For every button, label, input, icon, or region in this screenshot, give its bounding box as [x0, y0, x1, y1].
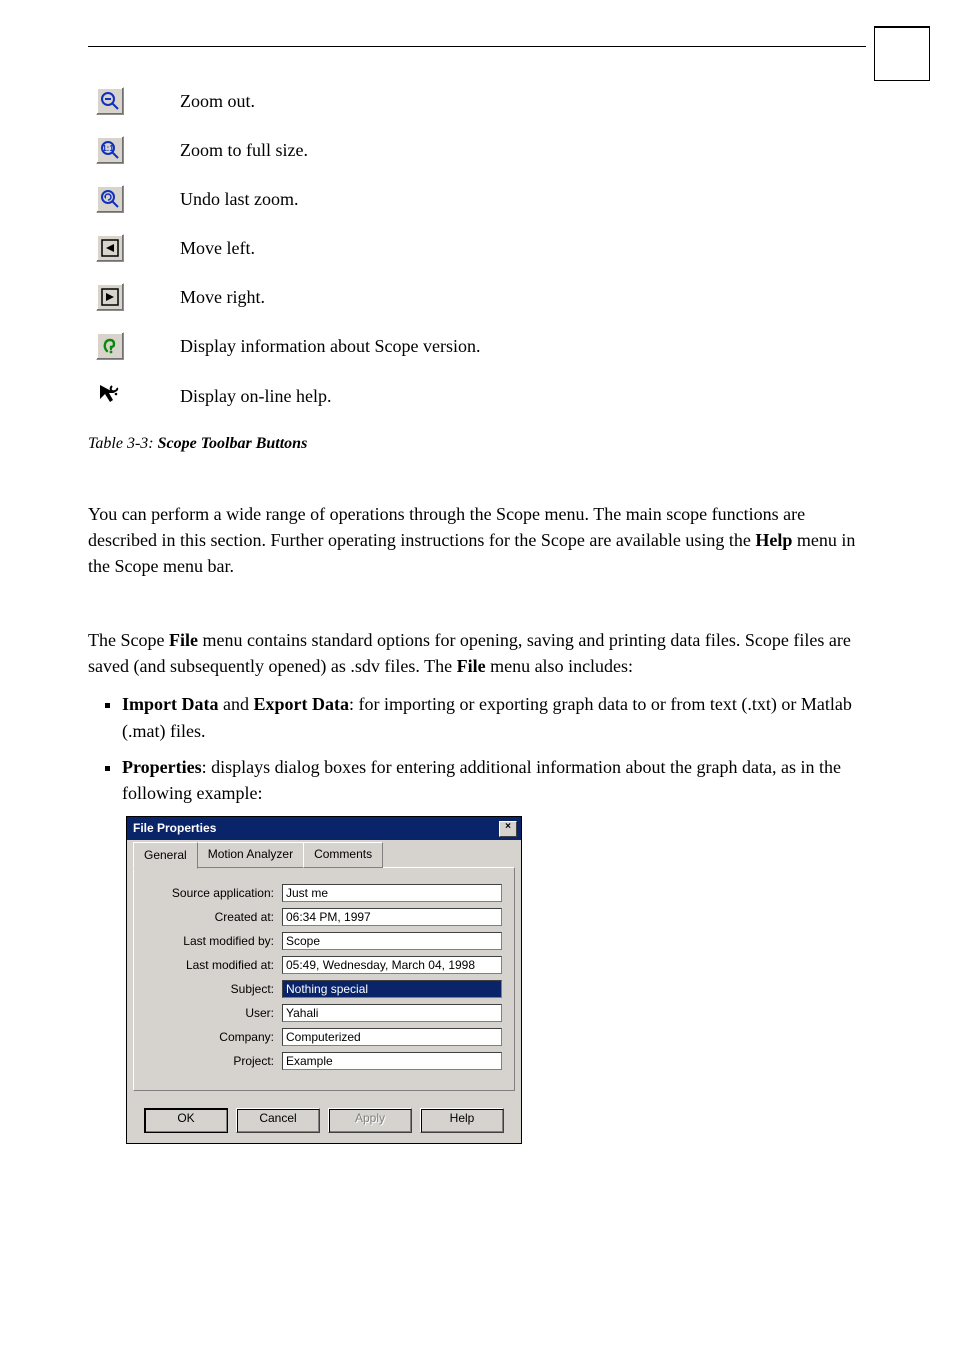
cancel-button[interactable]: Cancel — [236, 1108, 320, 1133]
bullet-import-export: Import Data and Export Data: for importi… — [122, 691, 866, 743]
move-left-label: Move left. — [180, 224, 490, 273]
top-rule — [88, 46, 866, 47]
label-company: Company: — [146, 1029, 282, 1046]
label-subject: Subject: — [146, 981, 282, 998]
ok-button[interactable]: OK — [144, 1108, 228, 1133]
input-company[interactable] — [282, 1028, 502, 1046]
toolbar-button-table: Zoom out. 1:1 Zoom to full size. Undo la… — [96, 77, 490, 421]
zoom-out-icon — [96, 87, 124, 115]
caption-title: Scope Toolbar Buttons — [158, 435, 308, 452]
input-last-modified-by[interactable] — [282, 932, 502, 950]
label-created-at: Created at: — [146, 909, 282, 926]
svg-text:1:1: 1:1 — [102, 144, 114, 153]
input-user[interactable] — [282, 1004, 502, 1022]
label-user: User: — [146, 1005, 282, 1022]
page-corner-box — [874, 26, 930, 81]
zoom-out-label: Zoom out. — [180, 77, 490, 126]
move-left-icon — [96, 234, 124, 262]
bullet-properties: Properties: displays dialog boxes for en… — [122, 754, 866, 806]
apply-button[interactable]: Apply — [328, 1108, 412, 1133]
table-caption: Table 3-3: Scope Toolbar Buttons — [88, 435, 866, 453]
input-created-at[interactable] — [282, 908, 502, 926]
zoom-full-label: Zoom to full size. — [180, 126, 490, 175]
paragraph-1: You can perform a wide range of operatio… — [88, 501, 866, 579]
dialog-titlebar[interactable]: File Properties × — [127, 817, 521, 840]
input-subject[interactable] — [282, 980, 502, 998]
dialog-tabstrip: General Motion Analyzer Comments — [133, 846, 515, 868]
tab-general[interactable]: General — [133, 842, 198, 869]
input-source-application[interactable] — [282, 884, 502, 902]
tab-motion-analyzer[interactable]: Motion Analyzer — [197, 842, 304, 868]
close-icon[interactable]: × — [499, 821, 517, 837]
tab-general-panel: Source application: Created at: Last mod… — [133, 867, 515, 1091]
move-right-label: Move right. — [180, 273, 490, 322]
help-label: Display on-line help. — [180, 371, 490, 421]
input-last-modified-at[interactable] — [282, 956, 502, 974]
undo-zoom-label: Undo last zoom. — [180, 175, 490, 224]
undo-zoom-icon — [96, 185, 124, 213]
label-last-modified-by: Last modified by: — [146, 933, 282, 950]
move-right-icon — [96, 283, 124, 311]
about-icon — [96, 332, 124, 360]
paragraph-2: The Scope File menu contains standard op… — [88, 627, 866, 679]
input-project[interactable] — [282, 1052, 502, 1070]
file-properties-dialog: File Properties × General Motion Analyze… — [126, 816, 522, 1144]
caption-prefix: Table 3-3: — [88, 435, 154, 452]
help-icon — [96, 381, 122, 407]
label-source-application: Source application: — [146, 885, 282, 902]
zoom-full-icon: 1:1 — [96, 136, 124, 164]
label-last-modified-at: Last modified at: — [146, 957, 282, 974]
about-label: Display information about Scope version. — [180, 322, 490, 371]
label-project: Project: — [146, 1053, 282, 1070]
dialog-title-text: File Properties — [133, 820, 216, 837]
help-button[interactable]: Help — [420, 1108, 504, 1133]
tab-comments[interactable]: Comments — [303, 842, 383, 868]
